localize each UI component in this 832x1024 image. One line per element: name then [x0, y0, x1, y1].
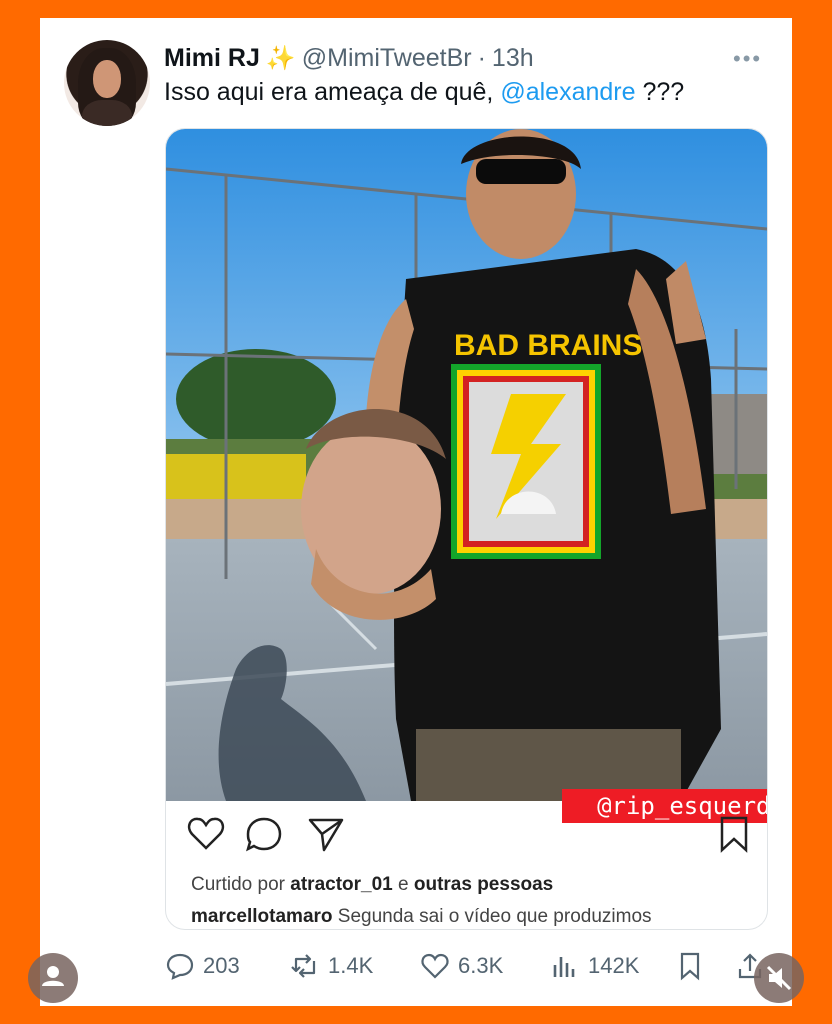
like-button[interactable]: 6.3K — [420, 948, 503, 984]
mute-icon[interactable] — [754, 953, 804, 1003]
user-icon[interactable] — [28, 953, 78, 1003]
bookmark-button[interactable] — [675, 948, 705, 984]
tweet-metrics: 203 1.4K 6.3K 142K — [165, 948, 785, 984]
retweet-count: 1.4K — [328, 953, 374, 978]
instagram-actions — [186, 814, 751, 858]
post-photo[interactable]: BAD BRAINS — [166, 129, 767, 801]
bookmark-icon — [680, 952, 700, 981]
author-handle[interactable]: @MimiTweetBr — [302, 44, 472, 73]
retweet-icon — [291, 954, 316, 978]
mention-link[interactable]: @alexandre — [500, 78, 635, 106]
liked-others[interactable]: outras pessoas — [414, 874, 553, 895]
comment-icon[interactable] — [244, 814, 284, 854]
liked-user[interactable]: atractor_01 — [290, 874, 392, 895]
caption-user[interactable]: marcellotamaro — [191, 906, 333, 927]
reply-count: 203 — [203, 953, 240, 978]
shirt-text: BAD BRAINS — [454, 329, 642, 362]
caption-text: Segunda sai o vídeo que produzimos — [332, 906, 652, 927]
like-icon — [421, 953, 449, 979]
post-caption: marcellotamaro Segunda sai o vídeo que p… — [191, 906, 652, 928]
avatar[interactable] — [64, 40, 150, 126]
like-count: 6.3K — [458, 953, 504, 978]
sparkle-icon: ✨ — [265, 44, 296, 72]
embedded-instagram-screenshot[interactable]: BAD BRAINS @rip_esquerda Curtido por atr… — [165, 128, 768, 930]
views-count: 142K — [588, 953, 640, 978]
views-icon — [553, 957, 575, 977]
retweet-button[interactable]: 1.4K — [290, 948, 373, 984]
tweet-text-after: ??? — [635, 78, 685, 106]
save-icon[interactable] — [714, 814, 754, 854]
author-name[interactable]: Mimi RJ — [164, 44, 260, 73]
liked-by-text: Curtido por atractor_01 e outras pessoas — [191, 874, 553, 896]
more-icon[interactable]: ••• — [733, 46, 762, 72]
tweet-text-before: Isso aqui era ameaça de quê, — [164, 78, 501, 106]
heart-icon[interactable] — [186, 814, 226, 854]
tweet-card[interactable]: Mimi RJ ✨ @MimiTweetBr · 13h ••• Isso aq… — [40, 18, 792, 1006]
reply-icon — [166, 953, 194, 980]
views-button[interactable]: 142K — [550, 948, 639, 984]
share-icon[interactable] — [306, 814, 346, 854]
tweet-time[interactable]: 13h — [492, 44, 534, 73]
separator-dot: · — [477, 43, 486, 72]
reply-button[interactable]: 203 — [165, 948, 240, 984]
liked-middle: e — [392, 874, 414, 895]
tweet-header: Mimi RJ ✨ @MimiTweetBr · 13h — [164, 40, 534, 76]
liked-prefix: Curtido por — [191, 874, 291, 895]
tweet-text: Isso aqui era ameaça de quê, @alexandre … — [164, 78, 684, 107]
